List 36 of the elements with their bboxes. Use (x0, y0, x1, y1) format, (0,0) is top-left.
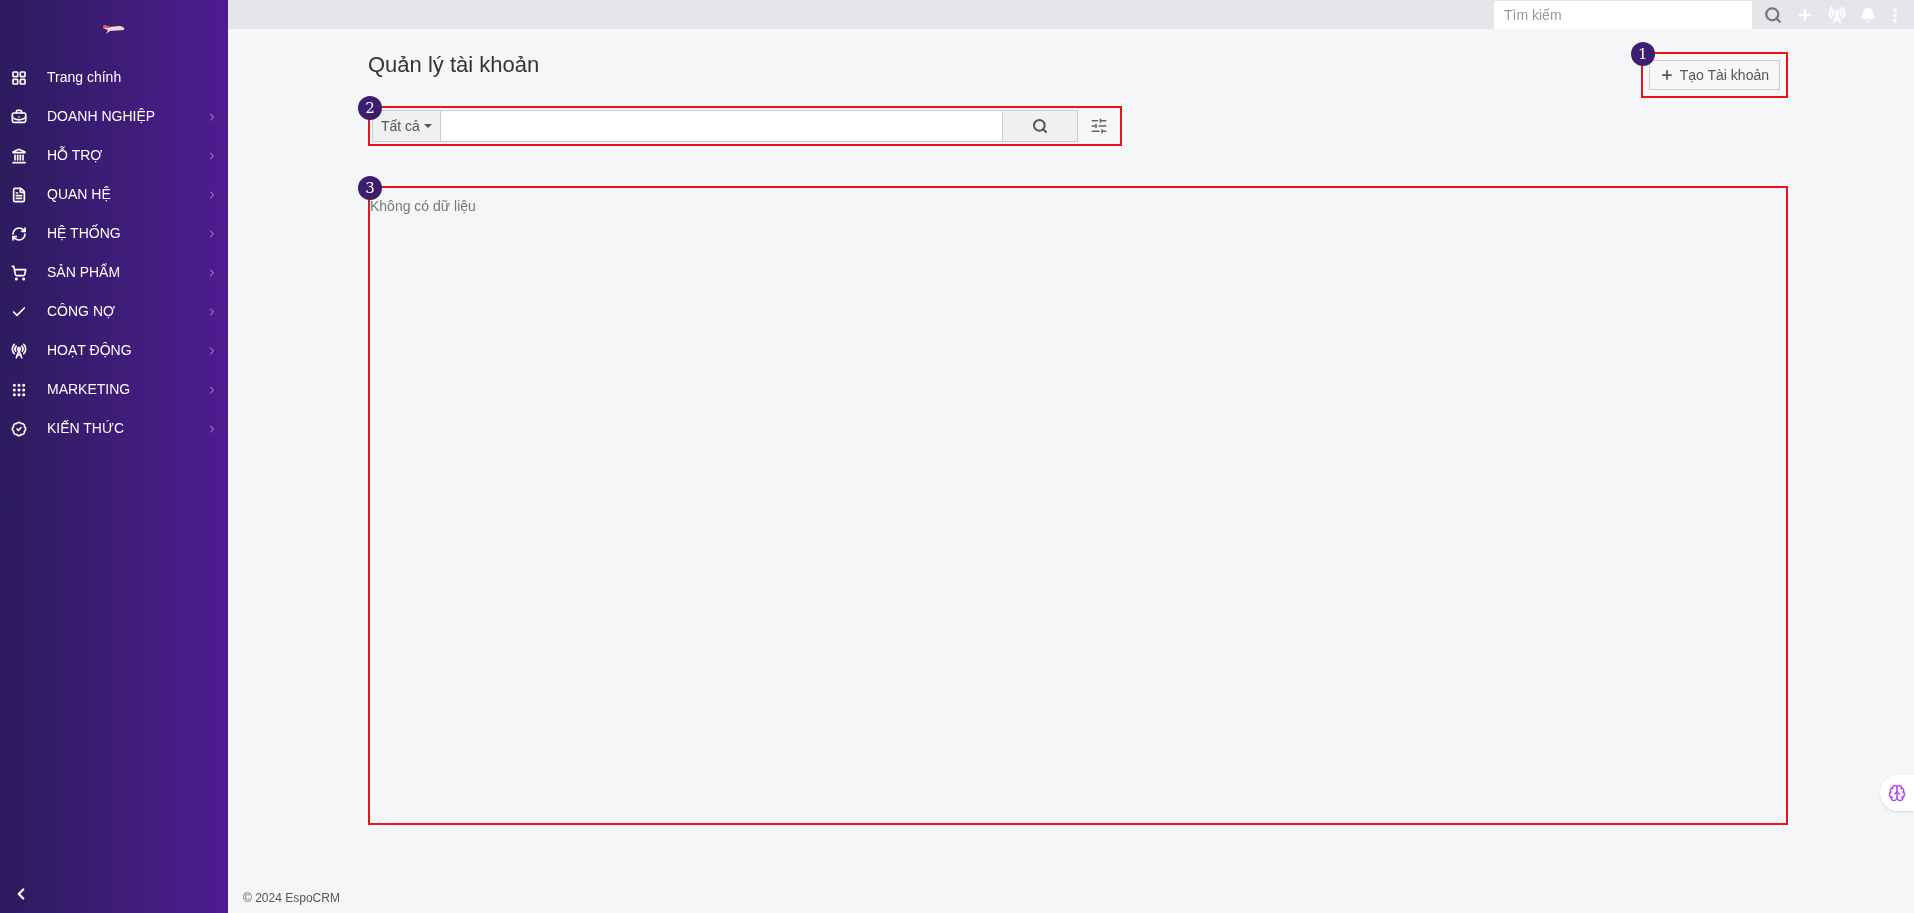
footer-text: © 2024 EspoCRM (243, 890, 341, 907)
page-title: Quản lý tài khoản (368, 51, 540, 79)
grid-icon (11, 69, 27, 86)
sidebar-item[interactable]: MARKETING (0, 370, 228, 409)
document-icon (11, 186, 27, 203)
assistant-button[interactable] (1880, 775, 1914, 811)
plus-icon (1659, 68, 1674, 82)
brain-icon (1888, 784, 1906, 802)
dots-icon (11, 381, 27, 398)
filter-settings-icon[interactable] (1090, 117, 1108, 135)
search-input[interactable] (440, 110, 1002, 142)
sidebar-item[interactable]: HỖ TRỢ (0, 136, 228, 175)
annotation-number: 1 (1630, 42, 1655, 66)
empty-message: Không có dữ liệu (370, 197, 477, 216)
sidebar-item[interactable]: CÔNG NỢ (0, 292, 228, 331)
search-field[interactable]: Tìm kiếm (1494, 0, 1752, 29)
create-account-button[interactable]: Tạo Tài khoản (1648, 60, 1780, 90)
briefcase-icon (11, 108, 27, 125)
caret-icon (423, 124, 432, 128)
cart-icon (11, 264, 27, 281)
sidebar-item[interactable]: QUAN HỆ (0, 175, 228, 214)
refresh-icon (11, 225, 27, 242)
sidebar-item[interactable]: HOẠT ĐỘNG (0, 331, 228, 370)
airplane-logo-icon (102, 22, 126, 36)
sidebar-item[interactable]: SẢN PHẨM (0, 253, 228, 292)
search-button[interactable] (1002, 110, 1078, 142)
sidebar-item[interactable]: HỆ THỐNG (0, 214, 228, 253)
annotation-number: 2 (358, 96, 382, 120)
sidebar-item[interactable]: Trang chính (0, 58, 228, 97)
sidebar-item[interactable]: DOANH NGHIỆP (0, 97, 228, 136)
annotation-number: 3 (358, 176, 382, 200)
search-icon (1032, 118, 1048, 134)
badge-icon (11, 420, 27, 437)
antenna-icon (11, 342, 27, 359)
sidebar-item[interactable]: KIẾN THỨC (0, 409, 228, 448)
search-icon[interactable] (1764, 5, 1782, 24)
